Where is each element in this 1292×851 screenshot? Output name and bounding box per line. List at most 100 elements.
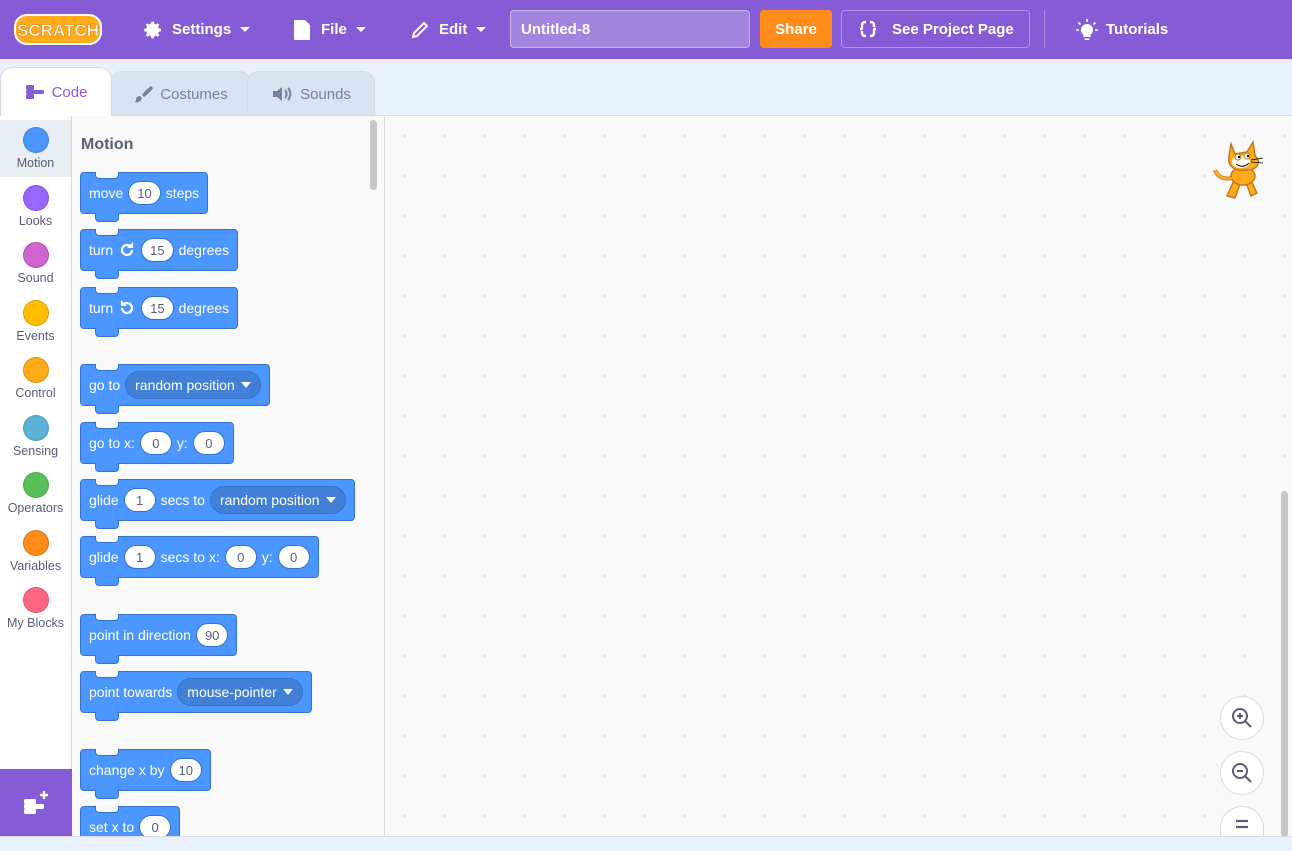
- script-workspace[interactable]: [385, 115, 1292, 837]
- gear-icon: [144, 21, 161, 38]
- edit-menu[interactable]: Edit: [410, 0, 487, 59]
- tab-code[interactable]: Code: [0, 67, 112, 116]
- category-control[interactable]: Control: [0, 350, 71, 407]
- category-label: Control: [15, 386, 56, 400]
- y-input[interactable]: 0: [192, 431, 225, 455]
- block-turn-right[interactable]: turn 15 degrees: [80, 229, 239, 279]
- x-input[interactable]: 0: [224, 545, 257, 569]
- lightbulb-icon: [1076, 18, 1098, 40]
- palette-scrollbar[interactable]: [370, 120, 377, 190]
- direction-input[interactable]: 90: [195, 623, 229, 647]
- category-label: My Blocks: [7, 616, 64, 630]
- block-text: degrees: [178, 300, 230, 316]
- dropdown-value: mouse-pointer: [187, 684, 277, 700]
- category-variables[interactable]: Variables: [0, 523, 71, 580]
- category-sound[interactable]: Sound: [0, 235, 71, 292]
- block-text: steps: [165, 185, 200, 201]
- secs-input[interactable]: 1: [123, 545, 156, 569]
- change-x-input[interactable]: 10: [169, 758, 202, 782]
- category-dot: [22, 185, 49, 211]
- menu-bar: SCRATCH Settings File Edit Share See Pro…: [0, 0, 1292, 59]
- scratch-logo[interactable]: SCRATCH: [14, 13, 102, 46]
- block-glide-to-xy[interactable]: glide 1 secs to x: 0 y: 0: [80, 536, 319, 586]
- share-button[interactable]: Share: [760, 10, 832, 48]
- block-go-to[interactable]: go to random position: [80, 364, 270, 414]
- category-dot: [22, 587, 49, 613]
- category-events[interactable]: Events: [0, 293, 71, 350]
- settings-label: Settings: [172, 21, 232, 38]
- block-go-to-xy[interactable]: go to x: 0 y: 0: [80, 422, 234, 472]
- speaker-icon: [273, 87, 292, 101]
- block-turn-left[interactable]: turn 15 degrees: [80, 287, 239, 337]
- tutorials-label: Tutorials: [1106, 21, 1169, 38]
- category-sensing[interactable]: Sensing: [0, 408, 71, 465]
- rotate-right-icon: [121, 242, 134, 257]
- block-change-x[interactable]: change x by 10: [80, 749, 211, 799]
- block-point-towards[interactable]: point towards mouse-pointer: [80, 671, 312, 721]
- block-palette: Motion move 10 steps turn 15 degrees tur…: [72, 115, 385, 836]
- caret-down-icon: [240, 382, 251, 388]
- zoom-out-button[interactable]: [1220, 751, 1264, 795]
- palette-category-title: Motion: [81, 136, 134, 153]
- category-dot: [22, 357, 49, 383]
- workspace-scrollbar[interactable]: [1281, 491, 1288, 837]
- category-menu: Motion Looks Sound Events Control Sensin…: [0, 115, 72, 836]
- zoom-reset-button[interactable]: [1220, 806, 1264, 837]
- file-label: File: [321, 21, 347, 38]
- block-text: secs to x:: [160, 549, 220, 565]
- add-extension-icon: [24, 790, 48, 814]
- tutorials-button[interactable]: Tutorials: [1075, 0, 1168, 59]
- block-set-x[interactable]: set x to 0: [80, 806, 181, 836]
- category-looks[interactable]: Looks: [0, 178, 71, 235]
- category-motion[interactable]: Motion: [0, 120, 71, 177]
- rotate-left-icon: [121, 300, 134, 315]
- block-move-steps[interactable]: move 10 steps: [80, 172, 209, 222]
- block-glide-to[interactable]: glide 1 secs to random position: [80, 479, 355, 529]
- category-label: Events: [16, 329, 55, 343]
- dropdown-value: random position: [135, 377, 235, 393]
- category-dot: [22, 300, 49, 326]
- x-input[interactable]: 0: [139, 431, 172, 455]
- bottom-strip: [0, 836, 1292, 851]
- edit-label: Edit: [439, 21, 468, 38]
- degrees-input[interactable]: 15: [141, 296, 174, 320]
- block-text: set x to: [89, 819, 135, 835]
- y-input[interactable]: 0: [277, 545, 310, 569]
- block-point-in-direction[interactable]: point in direction 90: [80, 614, 238, 664]
- settings-menu[interactable]: Settings: [143, 0, 251, 59]
- tab-costumes-label: Costumes: [160, 85, 228, 103]
- glide-target-dropdown[interactable]: random position: [209, 486, 346, 514]
- category-label: Sound: [17, 271, 54, 285]
- code-icon: [25, 85, 44, 99]
- tab-sounds[interactable]: Sounds: [247, 71, 375, 116]
- add-extension-button[interactable]: [0, 769, 72, 836]
- caret-down-icon: [240, 26, 251, 32]
- project-title-input[interactable]: [510, 10, 750, 48]
- category-operators[interactable]: Operators: [0, 465, 71, 522]
- paintbrush-icon: [134, 86, 154, 103]
- tab-sounds-label: Sounds: [300, 85, 351, 103]
- block-text: move: [89, 185, 124, 201]
- category-dot: [22, 242, 49, 268]
- category-dot: [22, 127, 49, 153]
- block-text: go to x:: [89, 435, 135, 451]
- steps-input[interactable]: 10: [128, 181, 161, 205]
- goto-target-dropdown[interactable]: random position: [125, 371, 261, 399]
- file-menu[interactable]: File: [292, 0, 367, 59]
- secs-input[interactable]: 1: [123, 488, 156, 512]
- block-text: go to: [89, 377, 121, 393]
- caret-down-icon: [355, 26, 366, 32]
- category-my-blocks[interactable]: My Blocks: [0, 580, 71, 637]
- block-text: turn: [89, 242, 114, 258]
- tab-costumes[interactable]: Costumes: [110, 71, 251, 116]
- category-label: Motion: [16, 156, 55, 170]
- block-text: degrees: [178, 242, 230, 258]
- see-project-page-button[interactable]: See Project Page: [841, 10, 1030, 48]
- caret-down-icon: [476, 26, 487, 32]
- zoom-in-button[interactable]: [1220, 696, 1264, 740]
- degrees-input[interactable]: 15: [141, 238, 174, 262]
- set-x-input[interactable]: 0: [139, 815, 172, 836]
- block-text: point towards: [89, 684, 173, 700]
- towards-target-dropdown[interactable]: mouse-pointer: [177, 678, 303, 706]
- see-project-page-label: See Project Page: [892, 20, 1014, 38]
